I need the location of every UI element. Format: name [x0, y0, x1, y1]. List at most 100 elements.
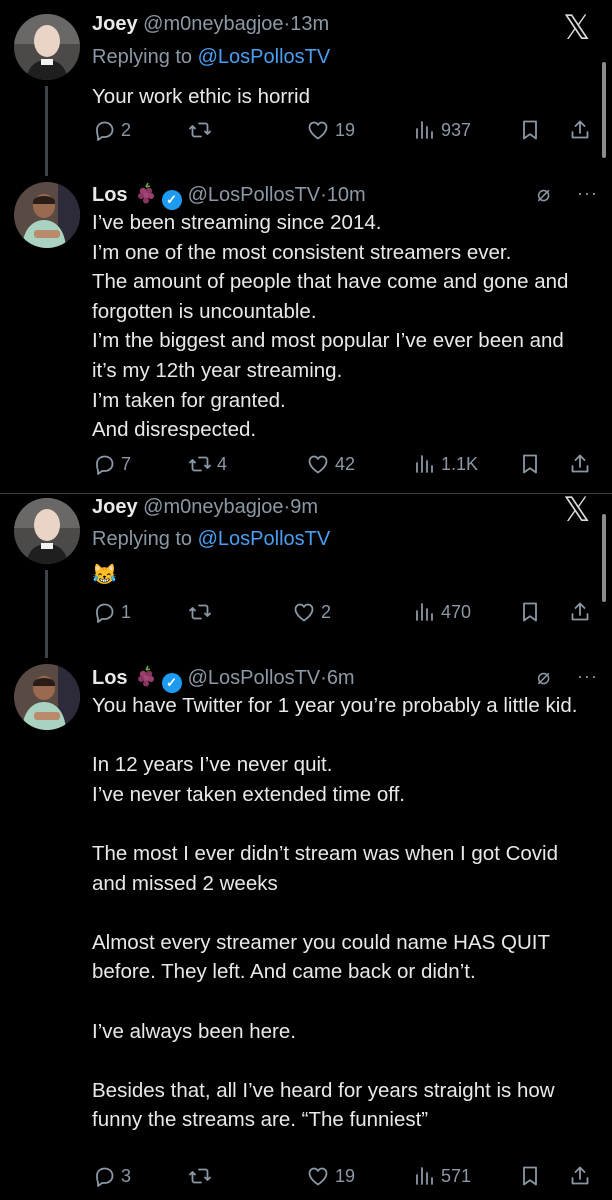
tweet-text: I’ve been streaming since 2014. I’m one … — [92, 211, 569, 442]
avatar-joey[interactable] — [14, 498, 80, 564]
bookmark-button[interactable] — [518, 1164, 542, 1188]
bookmark-button[interactable] — [518, 600, 542, 624]
like-icon — [306, 452, 330, 476]
like-icon — [292, 600, 316, 624]
share-button[interactable] — [568, 1164, 592, 1188]
tweet-header: Los ✓ @LosPollosTV·6m — [92, 664, 355, 693]
repost-icon — [188, 118, 212, 142]
bookmark-button[interactable] — [518, 452, 542, 476]
bookmark-icon — [518, 1164, 542, 1188]
thread-screenshot-bottom: 𝕏 Joey @m0neybagjoe·9m Replying to @LosP… — [0, 494, 612, 1200]
avatar-los[interactable] — [14, 182, 80, 248]
x-close-icon[interactable]: 𝕏 — [563, 494, 590, 530]
separator-dot: · — [320, 184, 327, 206]
views-button[interactable]: 937 — [412, 118, 471, 142]
reply-button[interactable]: 2 — [92, 118, 131, 142]
thread-screenshot-top: 𝕏 Joey @m0neybagjoe·13m Replying to @Los… — [0, 0, 612, 493]
separator-dot: · — [320, 667, 327, 689]
reply-icon — [92, 600, 116, 624]
like-count: 19 — [335, 1165, 356, 1186]
tweet-actions: 7 4 42 1.1K — [92, 452, 592, 482]
like-button[interactable]: 19 — [306, 1164, 355, 1188]
display-name[interactable]: Joey — [92, 496, 138, 518]
views-button[interactable]: 470 — [412, 600, 471, 624]
share-button[interactable] — [568, 600, 592, 624]
views-icon — [412, 600, 436, 624]
share-icon — [568, 452, 592, 476]
reply-icon — [92, 1164, 116, 1188]
tweet-actions: 1 2 470 — [92, 600, 592, 630]
bookmark-icon — [518, 452, 542, 476]
share-icon — [568, 600, 592, 624]
like-count: 42 — [335, 453, 356, 474]
replying-to-label: Replying to — [92, 46, 193, 68]
like-button[interactable]: 2 — [292, 600, 331, 624]
like-count: 19 — [335, 119, 356, 140]
repost-button[interactable] — [188, 1164, 217, 1188]
views-icon — [412, 452, 436, 476]
reply-count: 7 — [121, 453, 132, 474]
tweet-actions: 2 19 937 — [92, 118, 592, 148]
reply-button[interactable]: 7 — [92, 452, 131, 476]
user-handle[interactable]: @LosPollosTV — [188, 184, 321, 206]
reply-button[interactable]: 1 — [92, 600, 131, 624]
view-count: 571 — [441, 1165, 472, 1186]
views-button[interactable]: 571 — [412, 1164, 471, 1188]
thread-line — [45, 570, 48, 658]
thread-line — [45, 86, 48, 176]
reply-count: 2 — [121, 119, 132, 140]
verified-badge-icon: ✓ — [161, 190, 182, 210]
repost-button[interactable] — [188, 600, 217, 624]
tweet-header: Los ✓ @LosPollosTV·10m — [92, 181, 366, 210]
grok-icon[interactable]: ⌀ — [537, 664, 550, 690]
tweet-text: Your work ethic is horrid — [92, 85, 311, 108]
timestamp[interactable]: 10m — [327, 184, 366, 206]
replying-to-label: Replying to — [92, 528, 193, 550]
replying-to-mention[interactable]: @LosPollosTV — [198, 46, 331, 68]
share-button[interactable] — [568, 118, 592, 142]
user-handle[interactable]: @m0neybagjoe — [143, 13, 283, 35]
replying-to: Replying to @LosPollosTV — [92, 528, 330, 551]
timestamp[interactable]: 13m — [290, 13, 329, 35]
timestamp[interactable]: 6m — [327, 667, 355, 689]
repost-button[interactable] — [188, 118, 217, 142]
tweet-text: 😹 — [92, 564, 117, 586]
tweet-header: Joey @m0neybagjoe·13m — [92, 13, 329, 36]
scrollbar[interactable] — [602, 514, 606, 602]
repost-button[interactable]: 4 — [188, 452, 227, 476]
like-icon — [306, 118, 330, 142]
tweet-header: Joey @m0neybagjoe·9m — [92, 496, 318, 519]
grok-icon[interactable]: ⌀ — [537, 181, 550, 207]
display-name[interactable]: Joey — [92, 13, 138, 35]
grape-emoji — [134, 664, 158, 688]
reply-button[interactable]: 3 — [92, 1164, 131, 1188]
avatar-joey[interactable] — [14, 14, 80, 80]
repost-count: 4 — [217, 453, 228, 474]
share-icon — [568, 118, 592, 142]
views-icon — [412, 118, 436, 142]
repost-icon — [188, 600, 212, 624]
like-button[interactable]: 19 — [306, 118, 355, 142]
replying-to: Replying to @LosPollosTV — [92, 46, 330, 69]
like-button[interactable]: 42 — [306, 452, 355, 476]
share-icon — [568, 1164, 592, 1188]
reply-count: 3 — [121, 1165, 132, 1186]
views-button[interactable]: 1.1K — [412, 452, 478, 476]
view-count: 937 — [441, 119, 472, 140]
more-options-icon[interactable]: ··· — [577, 183, 598, 204]
timestamp[interactable]: 9m — [290, 496, 318, 518]
replying-to-mention[interactable]: @LosPollosTV — [198, 528, 331, 550]
display-name[interactable]: Los — [92, 184, 128, 206]
x-close-icon[interactable]: 𝕏 — [563, 8, 590, 48]
bookmark-icon — [518, 118, 542, 142]
display-name[interactable]: Los — [92, 667, 128, 689]
share-button[interactable] — [568, 452, 592, 476]
repost-icon — [188, 452, 212, 476]
reply-icon — [92, 452, 116, 476]
bookmark-button[interactable] — [518, 118, 542, 142]
user-handle[interactable]: @m0neybagjoe — [143, 496, 283, 518]
user-handle[interactable]: @LosPollosTV — [188, 667, 321, 689]
avatar-los[interactable] — [14, 664, 80, 730]
more-options-icon[interactable]: ··· — [577, 666, 598, 687]
scrollbar[interactable] — [602, 62, 606, 158]
